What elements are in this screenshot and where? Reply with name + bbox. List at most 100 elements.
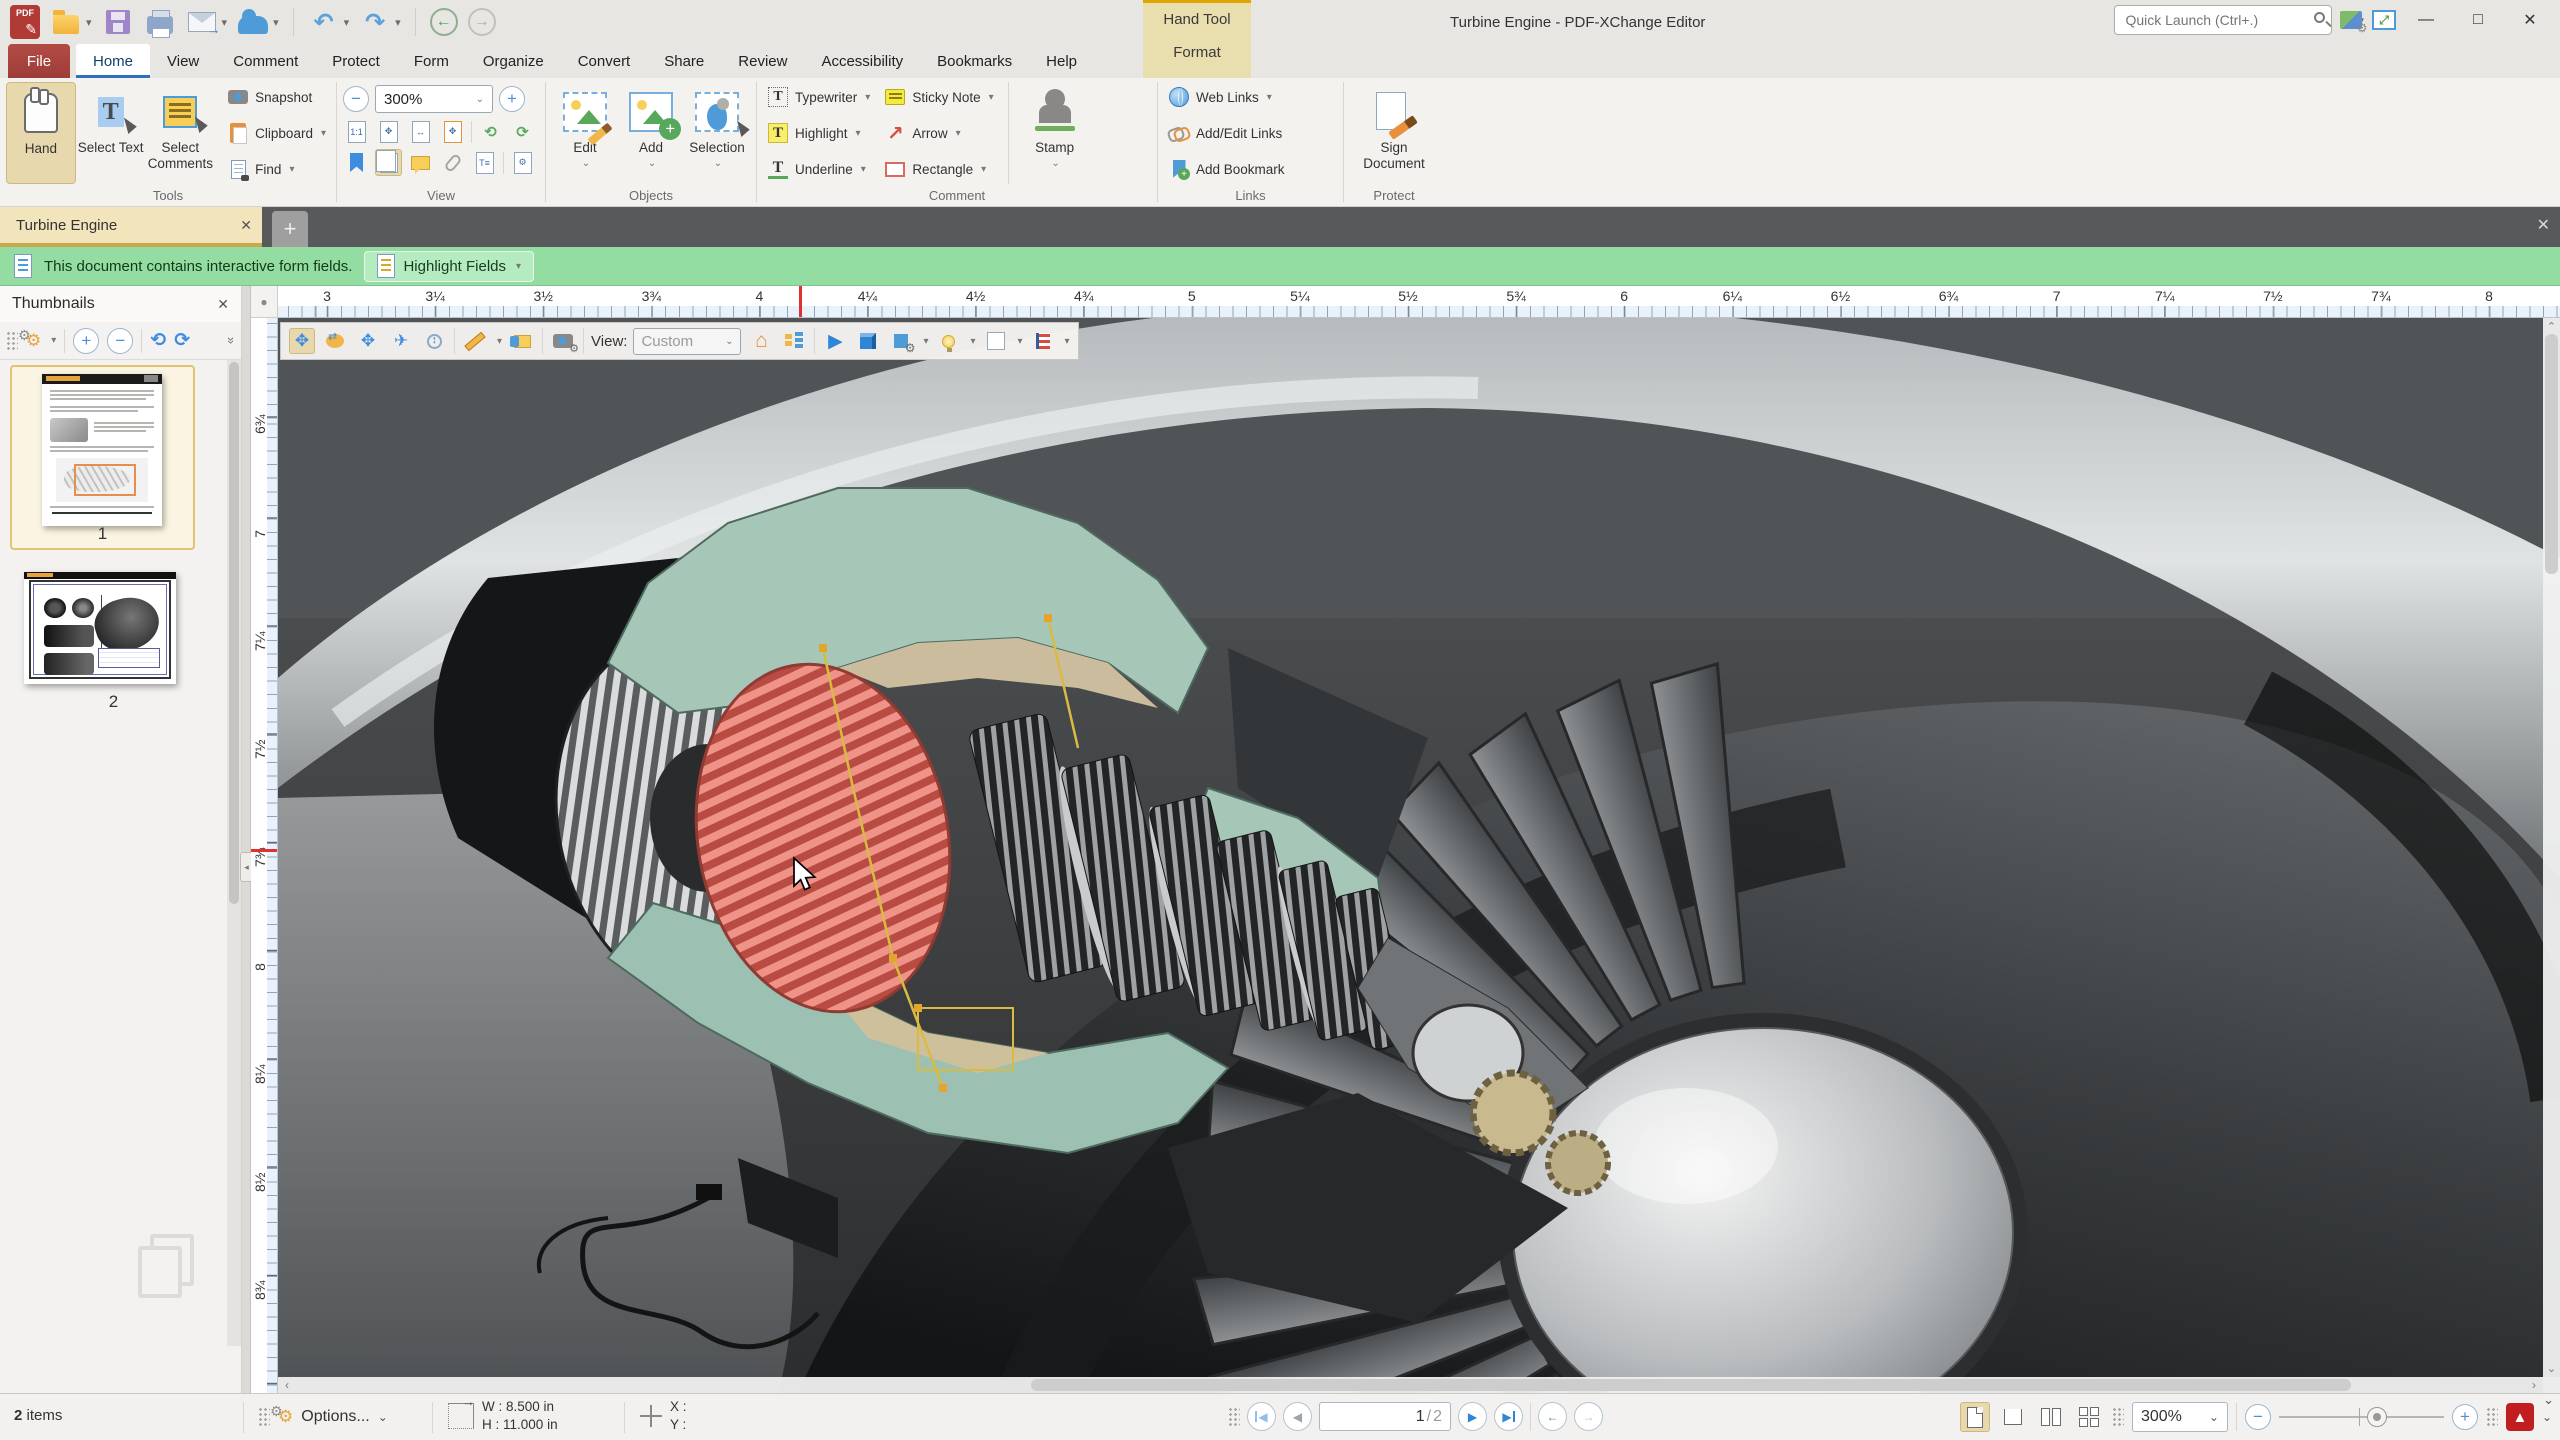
redo-chevron-icon[interactable]: ▾ <box>395 16 401 29</box>
cross-section-chevron-icon[interactable]: ▾ <box>1065 336 1070 347</box>
vertical-scrollbar-thumb[interactable] <box>2545 334 2558 574</box>
maximize-button[interactable]: □ <box>2456 4 2500 36</box>
next-page-button[interactable]: ▶ <box>1458 1402 1487 1431</box>
adobe-chevron-icon[interactable]: ⌄ <box>2542 1410 2552 1424</box>
select-text-button[interactable]: T Select Text <box>76 82 146 184</box>
statusbar-zoom-combobox[interactable]: 300%⌄ <box>2132 1402 2228 1432</box>
menu-view[interactable]: View <box>150 44 216 78</box>
sign-document-button[interactable]: SignDocument <box>1358 82 1430 184</box>
3d-snapshot-button[interactable] <box>550 328 576 354</box>
highlight-fields-button[interactable]: Highlight Fields ▾ <box>364 251 534 282</box>
undo-button[interactable]: ↶ <box>308 6 340 38</box>
sticky-note-button[interactable]: Sticky Note▾ <box>884 84 993 110</box>
redo-button[interactable]: ↷ <box>359 6 391 38</box>
zoom-out-button[interactable]: − <box>343 86 369 112</box>
3d-render-settings-button[interactable] <box>888 328 914 354</box>
last-page-button[interactable]: ▶ <box>1494 1402 1523 1431</box>
menu-organize[interactable]: Organize <box>466 44 561 78</box>
document-tab[interactable]: Turbine Engine ✕ <box>0 207 262 247</box>
tab-close-icon[interactable]: ✕ <box>240 217 252 234</box>
statusbar-zoom-in-button[interactable]: + <box>2452 1404 2478 1430</box>
zoom-slider-knob[interactable] <box>2367 1407 2387 1427</box>
3d-lighting-button[interactable] <box>935 328 961 354</box>
collapse-statusbar-icon[interactable]: ⌄ <box>2543 1392 2554 1408</box>
scroll-left-icon[interactable]: ‹ <box>278 1378 296 1392</box>
single-page-layout-button[interactable] <box>1960 1402 1990 1432</box>
quick-launch-input[interactable] <box>2114 5 2332 35</box>
3d-comment-button[interactable] <box>509 328 535 354</box>
thumb-zoom-in-button[interactable]: + <box>73 328 99 354</box>
thumb-zoom-out-button[interactable]: − <box>107 328 133 354</box>
thumbnails-panel-close-icon[interactable]: ✕ <box>217 296 229 313</box>
3d-default-view-button[interactable]: ⌂ <box>748 328 774 354</box>
two-page-layout-button[interactable] <box>2036 1402 2066 1432</box>
menu-review[interactable]: Review <box>721 44 804 78</box>
close-button[interactable]: ✕ <box>2508 4 2552 36</box>
rotate-ccw-button[interactable]: ⟲ <box>477 118 504 145</box>
minimize-button[interactable]: — <box>2404 4 2448 36</box>
3d-rotate-tool-button[interactable]: ✥ <box>289 328 315 354</box>
horizontal-scrollbar-thumb[interactable] <box>1031 1379 2351 1391</box>
render-chevron-icon[interactable]: ▾ <box>923 336 928 347</box>
zoom-in-button[interactable]: + <box>499 86 525 112</box>
rotate-page-cw-button[interactable]: ⟳ <box>174 329 190 352</box>
page-properties-button[interactable]: ⚙ <box>509 149 536 176</box>
tab-format[interactable]: Format <box>1143 44 1251 61</box>
zoom-level-combobox[interactable]: 300%⌄ <box>375 85 493 113</box>
menu-protect[interactable]: Protect <box>315 44 397 78</box>
thumbnails-scrollbar[interactable] <box>227 360 241 1346</box>
menu-comment[interactable]: Comment <box>216 44 315 78</box>
typewriter-button[interactable]: TTypewriter▾ <box>767 84 870 110</box>
navigate-back-button[interactable]: ← <box>430 8 458 36</box>
actual-size-button[interactable]: 1:1 <box>343 118 370 145</box>
clipboard-button[interactable]: Clipboard▾ <box>227 120 326 146</box>
print-button[interactable] <box>144 6 176 38</box>
scroll-down-icon[interactable]: ⌄ <box>2543 1362 2560 1375</box>
previous-view-button[interactable]: ← <box>1538 1402 1567 1431</box>
fit-width-button[interactable]: ↔ <box>407 118 434 145</box>
rectangle-tool-button[interactable]: Rectangle▾ <box>884 156 993 182</box>
app-logo-icon[interactable]: PDF <box>10 5 40 39</box>
menu-bookmarks[interactable]: Bookmarks <box>920 44 1029 78</box>
comments-pane-button[interactable] <box>407 149 434 176</box>
email-button[interactable] <box>186 6 218 38</box>
statusbar-drag-handle[interactable] <box>258 1407 270 1427</box>
3d-play-animation-button[interactable]: ▶ <box>822 328 848 354</box>
statusbar-zoom-out-button[interactable]: − <box>2245 1404 2271 1430</box>
next-view-button[interactable]: → <box>1574 1402 1603 1431</box>
panel-splitter[interactable]: ◂ <box>242 286 251 1393</box>
menu-convert[interactable]: Convert <box>561 44 648 78</box>
cloud-chevron-icon[interactable]: ▾ <box>273 16 279 29</box>
lighting-chevron-icon[interactable]: ▾ <box>970 336 975 347</box>
quick-launch[interactable] <box>2114 5 2332 35</box>
add-objects-button[interactable]: + Add ⌄ <box>618 82 684 184</box>
3d-background-color-button[interactable] <box>983 328 1009 354</box>
first-page-button[interactable]: ◀ <box>1247 1402 1276 1431</box>
add-bookmark-button[interactable]: +Add Bookmark <box>1168 156 1285 182</box>
save-button[interactable] <box>102 6 134 38</box>
snapshot-button[interactable]: Snapshot <box>227 84 326 110</box>
3d-model-canvas[interactable] <box>278 318 2560 1393</box>
thumbnails-pane-button[interactable] <box>375 149 402 176</box>
zoom-drag-handle[interactable] <box>2112 1407 2124 1427</box>
cloud-button[interactable] <box>237 6 269 38</box>
selection-button[interactable]: Selection ⌄ <box>684 82 750 184</box>
attachments-pane-button[interactable] <box>439 149 466 176</box>
zoom-slider[interactable] <box>2279 1402 2444 1432</box>
background-chevron-icon[interactable]: ▾ <box>1018 336 1023 347</box>
new-tab-button[interactable]: + <box>272 211 308 247</box>
ruler-corner[interactable]: ● <box>251 286 278 318</box>
fit-visible-button[interactable]: ✥ <box>439 118 466 145</box>
edit-objects-button[interactable]: Edit ⌄ <box>552 82 618 184</box>
bookmarks-pane-button[interactable] <box>343 149 370 176</box>
open-chevron-icon[interactable]: ▾ <box>86 16 92 29</box>
3d-measure-tool-button[interactable] <box>462 328 488 354</box>
menu-accessibility[interactable]: Accessibility <box>804 44 920 78</box>
menu-share[interactable]: Share <box>647 44 721 78</box>
options-chevron-icon[interactable]: ⌄ <box>378 1410 388 1424</box>
stamp-button[interactable]: Stamp ⌄ <box>1019 82 1091 184</box>
fields-pane-button[interactable]: T≡ <box>471 149 498 176</box>
scroll-right-icon[interactable]: › <box>2525 1378 2543 1392</box>
hand-tool-button[interactable]: Hand <box>6 82 76 184</box>
rotate-cw-button[interactable]: ⟳ <box>509 118 536 145</box>
